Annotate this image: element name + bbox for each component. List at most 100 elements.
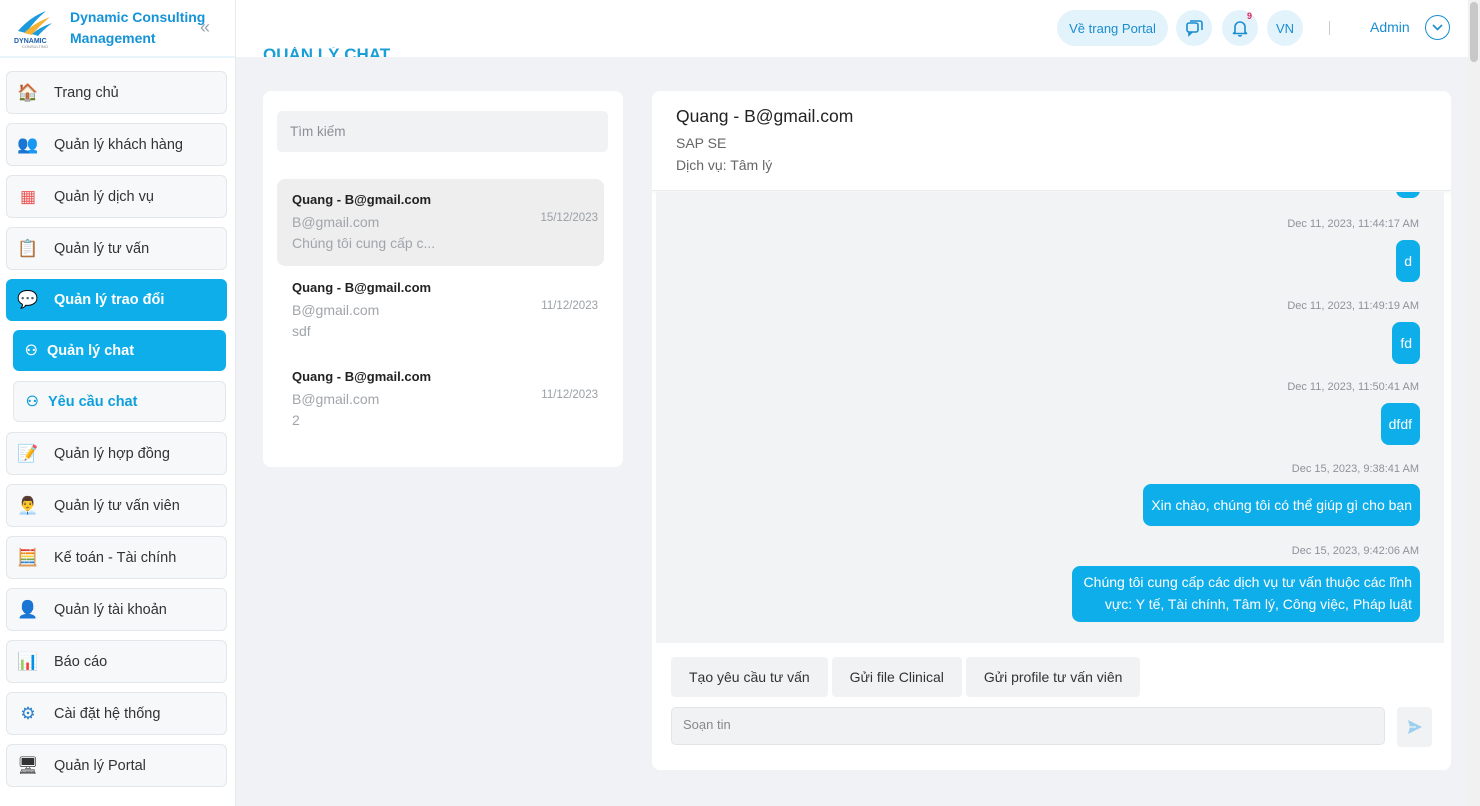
chat-contact-service: Dịch vụ: Tâm lý (676, 157, 773, 173)
gear-icon: ⚙ (20, 703, 36, 723)
contract-icon: 📝 (17, 443, 39, 463)
sidebar-item-consulting[interactable]: 📋 Quản lý tư vấn (6, 227, 227, 270)
quick-actions: Tạo yêu cầu tư vấn Gửi file Clinical Gửi… (671, 657, 1141, 697)
home-icon: 🏠 (17, 82, 39, 102)
sidebar-item-contracts[interactable]: 📝 Quản lý hợp đồng (6, 432, 227, 475)
collapse-sidebar-icon[interactable]: « (200, 17, 210, 38)
sidebar-item-label: Quản lý tài khoản (54, 601, 167, 618)
monitor-icon: 🖥 (17, 755, 39, 775)
send-consultant-profile-button[interactable]: Gửi profile tư vấn viên (965, 657, 1141, 697)
brand-line1: Dynamic Consulting (70, 9, 206, 25)
message-timestamp: Dec 15, 2023, 9:42:06 AM (1291, 545, 1419, 557)
sidebar-item-label: Kế toán - Tài chính (54, 549, 177, 566)
chat-contact-name: Quang - B@gmail.com (676, 106, 854, 126)
conversation-name: Quang - B@gmail.com (292, 369, 432, 384)
brand-line2: Management (70, 30, 156, 46)
conversation-last-message: 2 (292, 412, 300, 428)
conversation-item[interactable]: Quang - B@gmail.com B@gmail.com Chúng tô… (277, 179, 604, 266)
sidebar-item-label: Quản lý trao đổi (54, 292, 165, 308)
messages-button[interactable] (1176, 10, 1212, 46)
header-divider (1329, 21, 1330, 35)
conversation-item[interactable]: Quang - B@gmail.com B@gmail.com sdf 11/1… (277, 267, 604, 354)
sidebar-item-label: Cài đặt hệ thống (54, 705, 161, 722)
send-clinical-file-button[interactable]: Gửi file Clinical (831, 657, 962, 697)
sidebar-item-accounting[interactable]: 🧮 Kế toán - Tài chính (6, 536, 227, 579)
user-name[interactable]: Admin (1370, 19, 1410, 35)
message-bubble: fd (1392, 322, 1420, 364)
brand-logo: DYNAMIC CONSULTING (12, 7, 58, 49)
message-timestamp: Dec 11, 2023, 11:44:17 AM (1287, 218, 1419, 230)
portal-button[interactable]: Về trang Portal (1057, 10, 1168, 46)
create-consult-request-button[interactable]: Tạo yêu cầu tư vấn (671, 657, 828, 697)
sidebar-item-label: Quản lý tư vấn viên (54, 497, 180, 514)
message-bubble: Chúng tôi cung cấp các dịch vụ tư vấn th… (1071, 566, 1420, 622)
services-grid-icon: ▦ (19, 186, 37, 206)
message-line: vực: Y tế, Tài chính, Tâm lý, Công việc,… (1104, 596, 1412, 612)
sidebar-item-settings[interactable]: ⚙ Cài đặt hệ thống (6, 692, 227, 735)
sidebar-item-label: Quản lý chat (47, 342, 135, 359)
message-timestamp: Dec 15, 2023, 9:38:41 AM (1291, 463, 1419, 475)
sidebar-item-home[interactable]: 🏠 Trang chủ (6, 71, 227, 114)
message-thread[interactable]: Dec 11, 2023, 11:44:17 AM d Dec 11, 2023… (656, 192, 1444, 643)
message-timestamp: Dec 11, 2023, 11:50:41 AM (1287, 381, 1419, 393)
sidebar-item-reports[interactable]: 📊 Báo cáo (6, 640, 227, 683)
sidebar-subitem-chat-requests[interactable]: ⚇ Yêu cầu chat (13, 381, 226, 422)
conversation-date: 11/12/2023 (541, 300, 598, 312)
send-button[interactable] (1397, 707, 1432, 747)
top-header: Về trang Portal 9 VN Admin (236, 0, 1480, 57)
brand[interactable]: DYNAMIC CONSULTING Dynamic Consulting Ma… (0, 0, 235, 58)
sidebar-item-accounts[interactable]: 👤 Quản lý tài khoản (6, 588, 227, 631)
sidebar-item-portal[interactable]: 🖥 Quản lý Portal (6, 744, 227, 787)
calculator-icon: 🧮 (17, 547, 39, 567)
users-icon: ⚇ (26, 393, 39, 409)
sidebar: DYNAMIC CONSULTING Dynamic Consulting Ma… (0, 0, 236, 806)
conversation-item[interactable]: Quang - B@gmail.com B@gmail.com 2 11/12/… (277, 356, 604, 443)
send-icon (1407, 720, 1422, 734)
report-chart-icon: 📊 (17, 651, 39, 671)
svg-text:CONSULTING: CONSULTING (22, 44, 48, 49)
sidebar-item-consultants[interactable]: 👨‍💼 Quản lý tư vấn viên (6, 484, 227, 527)
language-button[interactable]: VN (1267, 10, 1303, 46)
sidebar-item-label: Trang chủ (54, 84, 119, 101)
sidebar-item-label: Báo cáo (54, 653, 108, 670)
message-bubble: Xin chào, chúng tôi có thể giúp gì cho b… (1143, 484, 1420, 526)
message-timestamp: Dec 11, 2023, 11:49:19 AM (1287, 300, 1419, 312)
sidebar-item-label: Quản lý khách hàng (54, 136, 183, 153)
sidebar-item-label: Quản lý tư vấn (54, 240, 150, 257)
message-bubble-partial (1396, 192, 1420, 198)
chat-header: Quang - B@gmail.com SAP SE Dịch vụ: Tâm … (652, 91, 1451, 191)
page-scrollbar[interactable] (1468, 0, 1480, 806)
sidebar-item-exchange[interactable]: 💬 Quản lý trao đổi (6, 279, 227, 321)
sidebar-item-customers[interactable]: 👥 Quản lý khách hàng (6, 123, 227, 166)
sidebar-item-label: Yêu cầu chat (48, 393, 138, 410)
brand-name: Dynamic Consulting Management (70, 7, 205, 49)
conversation-list-panel: Quang - B@gmail.com B@gmail.com Chúng tô… (263, 91, 623, 467)
conversation-date: 11/12/2023 (541, 389, 598, 401)
chat-bubble-icon: 💬 (17, 290, 39, 309)
page-title: QUẢN LÝ CHAT (263, 47, 390, 57)
message-compose-input[interactable] (671, 707, 1385, 745)
sidebar-item-services[interactable]: ▦ Quản lý dịch vụ (6, 175, 227, 218)
sidebar-subitem-chat-management[interactable]: ⚇ Quản lý chat (13, 330, 226, 371)
sidebar-nav: 🏠 Trang chủ 👥 Quản lý khách hàng ▦ Quản … (6, 71, 227, 796)
users-icon: ⚇ (25, 342, 38, 358)
sidebar-item-label: Quản lý Portal (54, 757, 146, 774)
chevron-down-icon[interactable] (1425, 15, 1450, 40)
page-title-text: QUẢN LÝ CHAT (263, 47, 391, 57)
conversation-last-message: sdf (292, 323, 311, 339)
notification-badge: 9 (1246, 11, 1252, 21)
search-input[interactable] (277, 111, 608, 152)
bell-icon (1232, 21, 1248, 37)
notifications-button[interactable]: 9 (1222, 10, 1258, 46)
message-bubble: dfdf (1380, 403, 1420, 445)
messages-icon (1186, 20, 1203, 37)
user-avatar-icon: 👤 (17, 599, 39, 619)
conversation-name: Quang - B@gmail.com (292, 280, 432, 295)
chat-panel: Quang - B@gmail.com SAP SE Dịch vụ: Tâm … (652, 91, 1451, 770)
conversation-last-message: Chúng tôi cung cấp c... (292, 235, 436, 251)
customers-icon: 👥 (17, 134, 39, 154)
scrollbar-thumb[interactable] (1470, 2, 1478, 62)
clipboard-icon: 📋 (17, 238, 39, 258)
chat-contact-company: SAP SE (676, 135, 727, 151)
consultant-icon: 👨‍💼 (17, 495, 39, 515)
